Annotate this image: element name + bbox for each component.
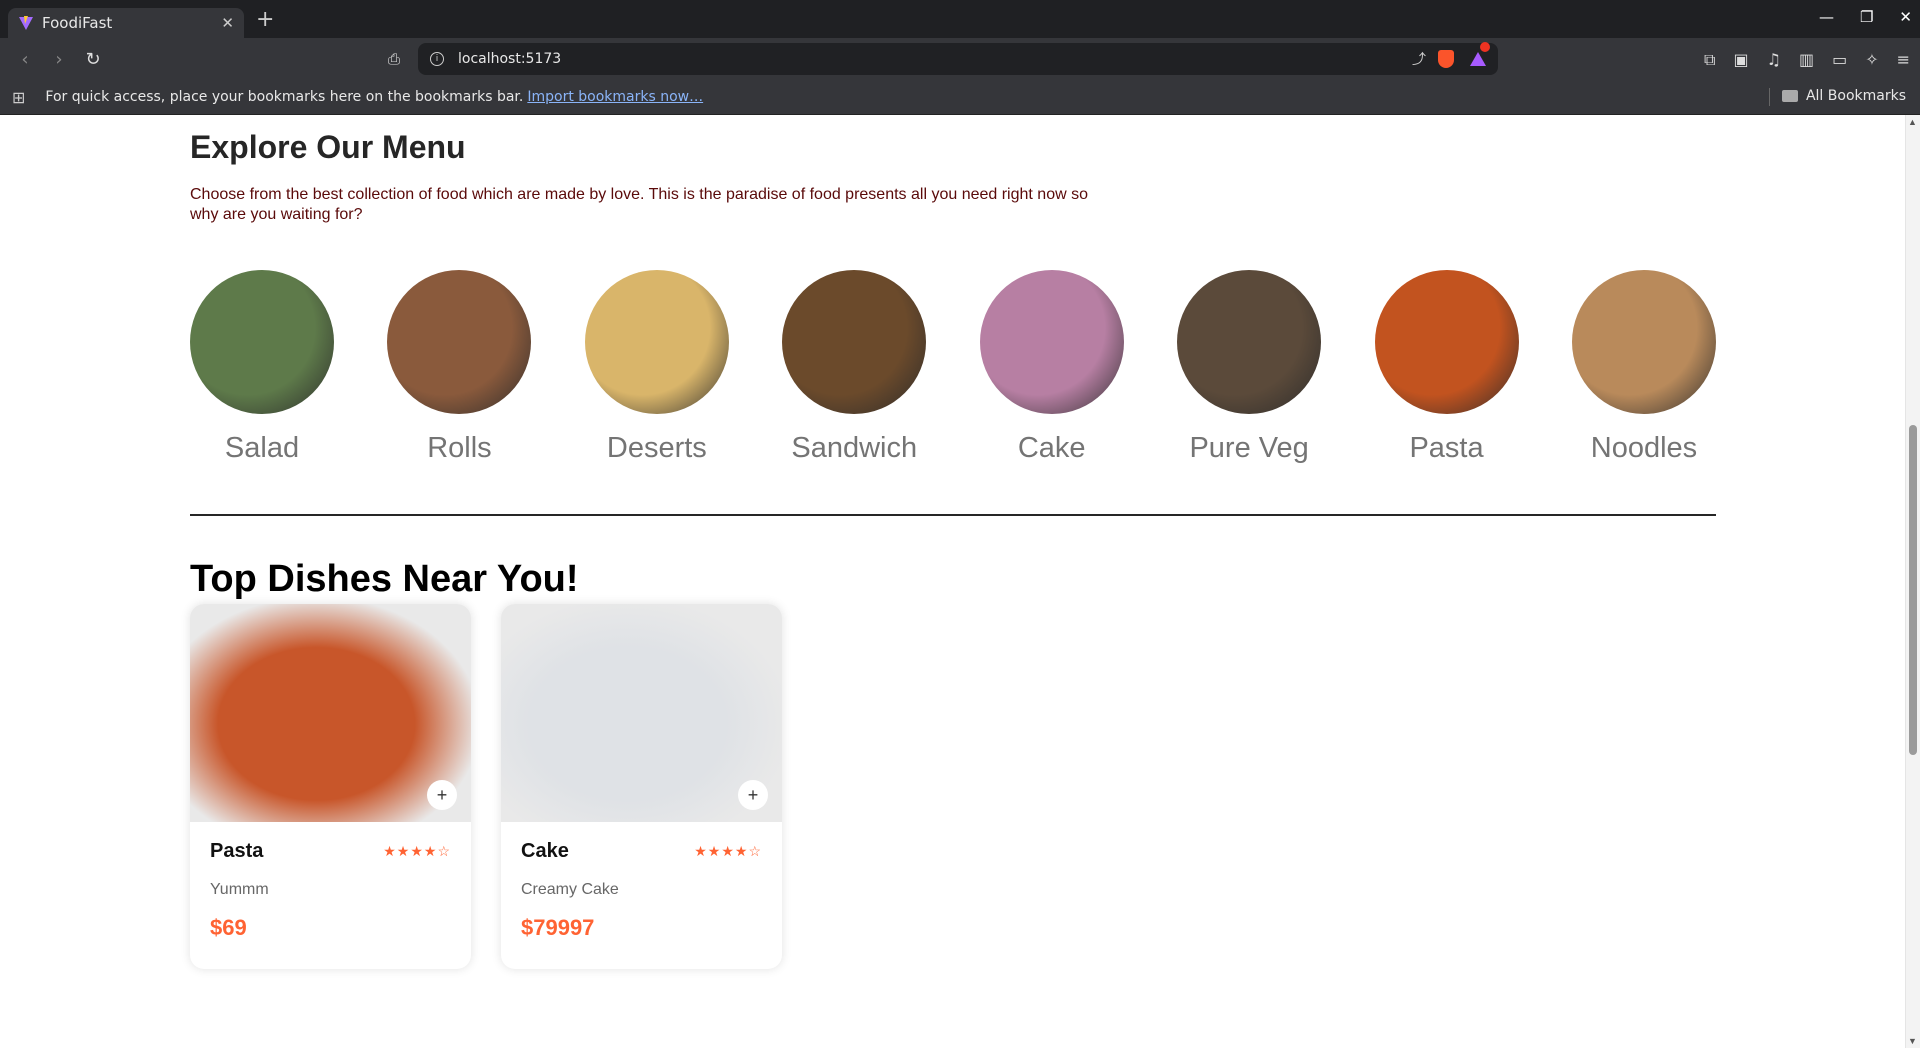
category-image[interactable] [1374, 270, 1519, 414]
category-label: Pasta [1409, 432, 1484, 464]
category-image[interactable] [1571, 270, 1716, 414]
category-label: Rolls [427, 432, 492, 464]
media-icon[interactable]: ♫ [1767, 50, 1781, 70]
bookmarks-separator [1769, 88, 1770, 106]
notification-badge [1480, 42, 1490, 52]
category-label: Pure Veg [1189, 432, 1309, 464]
dish-photo: + [501, 604, 782, 822]
scrollbar-thumb[interactable] [1909, 425, 1917, 755]
dish-card: + Cake ★★★★☆ Creamy Cake $79997 [501, 604, 782, 969]
close-window-icon[interactable]: ✕ [1899, 8, 1912, 26]
browser-toolbar: ‹ › ↻ ⎙ i localhost:5173 ⤴ ⧉ ▣ ♫ ▥ ▭ ✧ ≡ [0, 38, 1920, 80]
category-image[interactable] [190, 270, 334, 414]
scroll-down-icon[interactable]: ▼ [1908, 1036, 1917, 1046]
category-image[interactable] [782, 270, 927, 414]
extensions-icon[interactable]: ⧉ [1704, 50, 1715, 70]
toolbar-right-icons: ⧉ ▣ ♫ ▥ ▭ ✧ ≡ [1704, 50, 1910, 70]
add-to-cart-button[interactable]: + [427, 780, 457, 810]
share-icon[interactable]: ⤴ [1412, 49, 1426, 69]
category-label: Cake [1017, 432, 1086, 464]
dish-header: Pasta ★★★★☆ [210, 840, 451, 863]
dish-price: $79997 [521, 915, 595, 940]
add-to-cart-button[interactable]: + [738, 780, 768, 810]
menu-description: Choose from the best collection of food … [190, 186, 1088, 223]
site-info-icon[interactable]: i [430, 52, 444, 66]
category-label: Noodles [1590, 432, 1698, 464]
category-item[interactable]: Noodles [1571, 270, 1716, 465]
menu-title: Explore Our Menu [190, 129, 466, 165]
window-controls: — ❐ ✕ [1819, 8, 1912, 26]
folder-icon [1781, 90, 1798, 102]
sidebar-icon[interactable]: ▥ [1799, 50, 1814, 70]
dish-info: Cake ★★★★☆ Creamy Cake $79997 [501, 822, 782, 959]
screenshot-icon[interactable]: ▣ [1733, 50, 1748, 70]
dish-photo: + [190, 604, 471, 822]
category-label: Deserts [606, 432, 707, 464]
new-tab-button[interactable]: + [256, 7, 274, 32]
browser-window: FoodiFast ✕ + — ❐ ✕ ‹ › ↻ ⎙ i localhost:… [0, 0, 1920, 1048]
import-bookmarks-link[interactable]: Import bookmarks now… [527, 89, 703, 105]
browser-tab[interactable]: FoodiFast ✕ [8, 8, 244, 38]
leo-ai-icon[interactable]: ✧ [1865, 50, 1878, 70]
forward-icon[interactable]: › [50, 49, 68, 70]
vite-favicon-icon [19, 16, 33, 30]
category-item[interactable]: Pure Veg [1177, 270, 1322, 465]
dish-info: Pasta ★★★★☆ Yummm $69 [190, 822, 471, 959]
dish-name: Pasta [210, 840, 264, 862]
tab-close-icon[interactable]: ✕ [221, 14, 234, 32]
category-item[interactable]: Rolls [387, 270, 532, 465]
all-bookmarks-button[interactable]: All Bookmarks [1781, 88, 1906, 104]
all-bookmarks-label: All Bookmarks [1805, 88, 1906, 104]
page-scrollbar[interactable]: ▲ ▼ [1905, 115, 1920, 1048]
brave-shields-icon[interactable] [1438, 50, 1454, 68]
bookmark-icon[interactable]: ⎙ [388, 50, 400, 68]
dish-price: $69 [210, 915, 247, 940]
restore-icon[interactable]: ❐ [1860, 8, 1873, 26]
page-viewport: Explore Our Menu Choose from the best co… [0, 115, 1920, 1048]
tab-title: FoodiFast [42, 14, 113, 32]
reload-icon[interactable]: ↻ [84, 49, 102, 70]
category-label: Salad [224, 432, 300, 464]
menu-icon[interactable]: ≡ [1897, 50, 1910, 70]
top-dishes-title: Top Dishes Near You! [190, 558, 579, 600]
category-item[interactable]: Pasta [1374, 270, 1519, 465]
category-list: Salad Rolls Deserts Sandwich Cake Pure Veg Pas… [190, 270, 1716, 465]
bookmarks-bar: ⊞ For quick access, place your bookmarks… [0, 80, 1920, 115]
category-item[interactable]: Salad [190, 270, 334, 465]
address-bar[interactable]: i localhost:5173 ⤴ [418, 42, 1498, 75]
dish-description: Creamy Cake [521, 881, 619, 898]
dish-description: Yummm [210, 881, 269, 898]
category-item[interactable]: Deserts [584, 270, 729, 465]
category-item[interactable]: Sandwich [782, 270, 927, 465]
category-image[interactable] [387, 270, 532, 414]
rating-stars-icon: ★★★★☆ [694, 843, 762, 859]
wallet-icon[interactable]: ▭ [1832, 50, 1847, 70]
url-text[interactable]: localhost:5173 [458, 51, 1412, 67]
scroll-up-icon[interactable]: ▲ [1908, 117, 1917, 127]
rating-stars-icon: ★★★★☆ [383, 843, 451, 859]
category-image[interactable] [979, 270, 1124, 414]
minimize-icon[interactable]: — [1819, 8, 1834, 26]
category-item[interactable]: Cake [979, 270, 1124, 465]
category-image[interactable] [1177, 270, 1322, 414]
back-icon[interactable]: ‹ [16, 49, 34, 70]
dish-header: Cake ★★★★☆ [521, 840, 762, 863]
apps-grid-icon[interactable]: ⊞ [12, 88, 25, 107]
brave-rewards-icon[interactable] [1470, 42, 1490, 66]
category-image[interactable] [584, 270, 729, 414]
category-label: Sandwich [791, 432, 918, 464]
dish-card: + Pasta ★★★★☆ Yummm $69 [190, 604, 471, 969]
tab-strip: FoodiFast ✕ + — ❐ ✕ [0, 0, 1920, 38]
dish-list: + Pasta ★★★★☆ Yummm $69 + Cake ★★★★☆ Creamy Cake… [190, 604, 782, 969]
bookmarks-message: For quick access, place your bookmarks h… [45, 89, 524, 105]
dish-name: Cake [521, 840, 569, 862]
section-divider [190, 514, 1716, 516]
